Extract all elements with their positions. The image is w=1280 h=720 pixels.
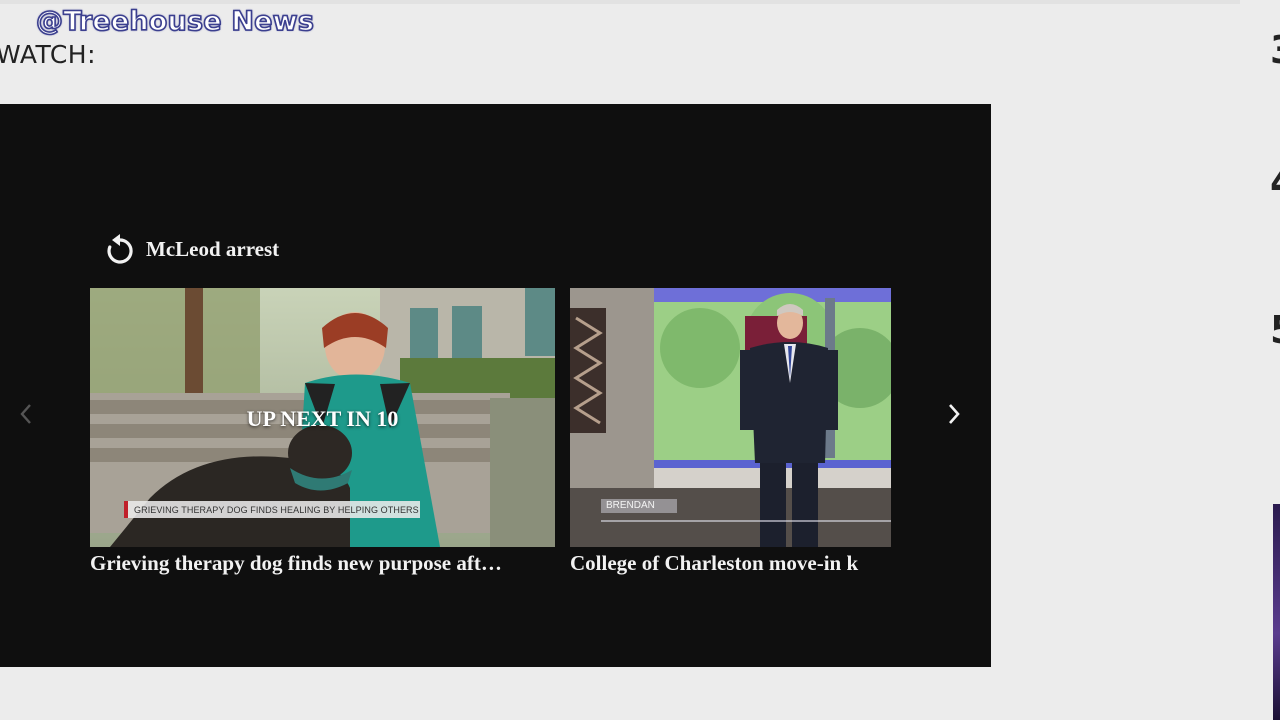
replay-button[interactable]: McLeod arrest: [104, 232, 279, 266]
watermark: @Treehouse News: [35, 5, 315, 38]
sidebar-rank-number: 3: [1270, 28, 1280, 72]
lower-third-text: GRIEVING THERAPY DOG FINDS HEALING BY HE…: [134, 504, 419, 515]
chevron-left-icon: [20, 404, 31, 424]
chevron-right-icon: [949, 404, 960, 424]
sidebar-rank-number: 4: [1270, 160, 1280, 204]
video-card-title[interactable]: Grieving therapy dog finds new purpose a…: [90, 551, 555, 576]
video-thumbnail[interactable]: BRENDAN: [570, 288, 891, 547]
prev-button[interactable]: [14, 396, 38, 432]
replay-icon: [107, 234, 133, 264]
watch-label: WATCH:: [0, 40, 96, 69]
up-next-overlay: UP NEXT IN 10: [246, 406, 399, 431]
video-thumbnail[interactable]: UP NEXT IN 10 GRIEVING THERAPY DOG FINDS…: [90, 288, 555, 547]
video-card[interactable]: UP NEXT IN 10 GRIEVING THERAPY DOG FINDS…: [90, 288, 555, 576]
lower-third-banner: GRIEVING THERAPY DOG FINDS HEALING BY HE…: [124, 501, 420, 518]
video-card[interactable]: BRENDAN College of Charleston move-in k: [570, 288, 891, 576]
name-tag-line: [601, 520, 891, 522]
sidebar-rank-number: 5: [1270, 308, 1280, 352]
video-card-title[interactable]: College of Charleston move-in k: [570, 551, 891, 576]
top-strip: [0, 0, 1240, 4]
next-button[interactable]: [942, 396, 966, 432]
video-player[interactable]: McLeod arrest UP NEXT IN 10 GRIEVING THE…: [0, 104, 991, 667]
replay-title: McLeod arrest: [146, 236, 280, 261]
sidebar-ad-image[interactable]: [1273, 504, 1280, 720]
name-tag: BRENDAN: [601, 499, 677, 513]
